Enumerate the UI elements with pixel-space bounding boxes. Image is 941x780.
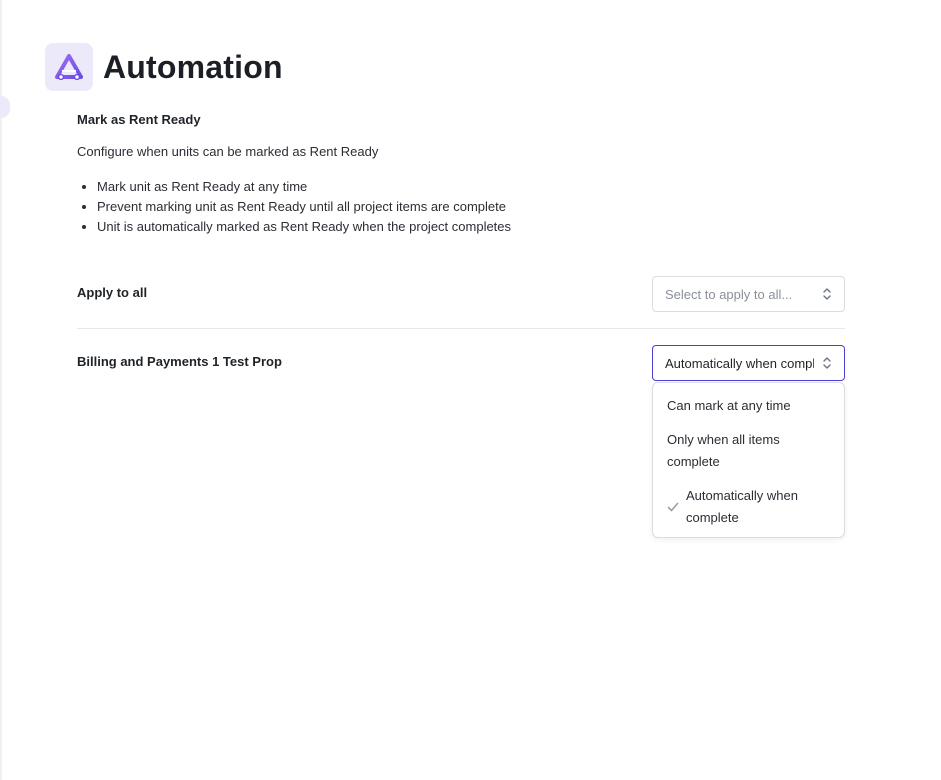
rent-ready-mode-select[interactable]: Automatically when complete [652, 345, 845, 381]
option-label: Automatically when complete [686, 488, 798, 525]
page-header: Automation [45, 43, 283, 91]
list-item: Unit is automatically marked as Rent Rea… [97, 217, 511, 237]
apply-to-all-placeholder: Select to apply to all... [665, 286, 793, 302]
apply-to-all-label: Apply to all [77, 285, 148, 300]
checkmark-icon [667, 502, 679, 512]
property-name-label: Billing and Payments 1 Test Prop [77, 354, 282, 369]
section-title: Mark as Rent Ready [77, 112, 201, 127]
chevron-up-down-icon [823, 288, 831, 300]
rent-ready-mode-dropdown: Can mark at any time Only when all items… [652, 382, 845, 538]
chevron-up-down-icon [823, 357, 831, 369]
selected-value: Automatically when complete [665, 355, 814, 371]
list-item: Prevent marking unit as Rent Ready until… [97, 197, 511, 217]
option-can-mark-any-time[interactable]: Can mark at any time [653, 389, 844, 423]
section-description: Configure when units can be marked as Re… [77, 144, 379, 159]
triangle-logo-icon [45, 43, 93, 91]
option-descriptions-list: Mark unit as Rent Ready at any time Prev… [77, 177, 511, 237]
list-item: Mark unit as Rent Ready at any time [97, 177, 511, 197]
sidebar-collapse-handle[interactable] [0, 96, 10, 118]
option-automatically-when-complete[interactable]: Automatically when complete [653, 479, 844, 535]
option-label: Can mark at any time [667, 398, 791, 413]
option-label: Only when all items complete [667, 432, 780, 469]
apply-to-all-select[interactable]: Select to apply to all... [652, 276, 845, 312]
divider [77, 328, 845, 329]
page-title: Automation [103, 48, 283, 85]
option-only-when-complete[interactable]: Only when all items complete [653, 423, 844, 479]
